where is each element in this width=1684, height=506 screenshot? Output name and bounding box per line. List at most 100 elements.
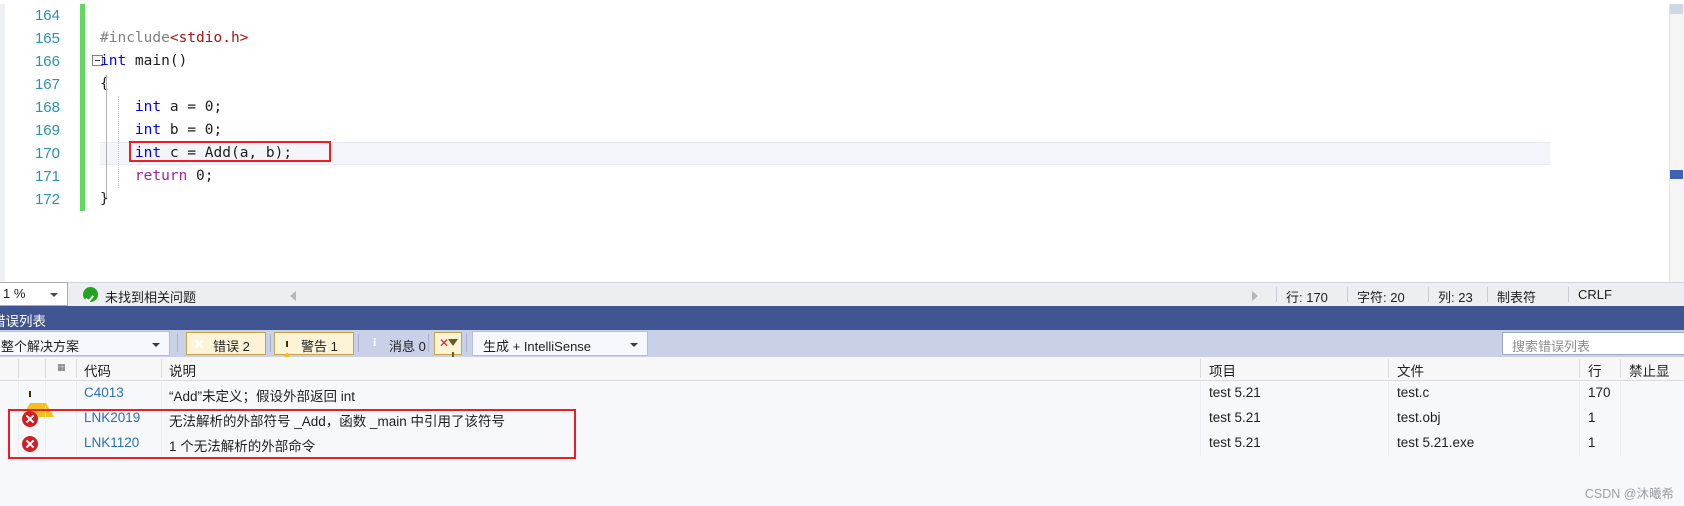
cell-separator: [76, 406, 77, 431]
cell-separator: [1620, 381, 1621, 406]
status-char-number: 字符: 20: [1357, 290, 1405, 305]
build-source-value: 生成 + IntelliSense: [483, 339, 592, 354]
change-indicator: [80, 96, 85, 119]
toolbar-separator: [466, 334, 467, 352]
cell-line: 1: [1588, 435, 1596, 450]
change-indicator: [80, 50, 85, 73]
column-header-project[interactable]: 项目: [1209, 360, 1236, 380]
editor-vertical-scrollbar[interactable]: [1669, 0, 1684, 282]
search-error-list-input[interactable]: 搜索错误列表: [1502, 332, 1684, 355]
line-number: 169: [34, 122, 60, 139]
cell-description: 1 个无法解析的外部命令: [169, 439, 316, 454]
toolbar-separator: [428, 334, 429, 352]
scroll-left-arrow-icon[interactable]: [290, 291, 296, 301]
table-row[interactable]: LNK1120 1 个无法解析的外部命令 test 5.21 test 5.21.ex…: [0, 431, 1684, 456]
table-row[interactable]: C4013 “Add”未定义；假设外部返回 int test 5.21 test.c 1…: [0, 381, 1684, 417]
code-token: a = 0;: [161, 99, 223, 115]
code-token: b = 0;: [161, 122, 223, 138]
status-column-number: 列: 23: [1438, 290, 1473, 305]
column-separator: [1388, 359, 1389, 378]
cell-separator: [1579, 406, 1580, 431]
code-line[interactable]: 167 {: [0, 73, 1684, 96]
cell-separator: [1579, 431, 1580, 456]
line-number: 167: [34, 76, 60, 93]
toggle-messages-button[interactable]: 消息 0: [362, 332, 442, 355]
change-indicator: [80, 165, 85, 188]
column-separator: [161, 359, 162, 378]
change-indicator: [80, 4, 85, 27]
no-issues-check-icon: [83, 287, 98, 302]
scroll-right-arrow-icon[interactable]: [1252, 291, 1258, 301]
column-separator: [1200, 359, 1201, 378]
code-token: <stdio.h>: [169, 30, 249, 46]
column-header-description[interactable]: 说明: [169, 360, 196, 380]
code-line[interactable]: 165 #include<stdio.h>: [0, 27, 1684, 50]
watermark-label: CSDN @沐曦希: [1584, 487, 1674, 501]
code-text: }: [100, 188, 109, 211]
build-source-combobox[interactable]: 生成 + IntelliSense: [472, 331, 648, 356]
column-options-icon[interactable]: ▦: [57, 362, 66, 373]
cell-separator: [161, 381, 162, 406]
column-header-file[interactable]: 文件: [1397, 360, 1424, 380]
cell-description: 无法解析的外部符号 _Add，函数 _main 中引用了该符号: [169, 414, 506, 429]
code-text: int main(): [100, 50, 187, 73]
change-indicator: [80, 73, 85, 96]
line-number: 171: [34, 168, 60, 185]
scope-combobox-value: 整个解决方案: [1, 339, 80, 354]
code-token: 0;: [187, 168, 214, 184]
code-line[interactable]: 166 int main(): [0, 50, 1684, 73]
change-indicator: [80, 27, 85, 50]
change-indicator: [80, 119, 85, 142]
toggle-errors-label: 错误 2: [213, 339, 250, 354]
line-number: 168: [34, 99, 60, 116]
code-line[interactable]: 169 int b = 0;: [0, 119, 1684, 142]
status-separator: [1428, 287, 1429, 302]
cell-code: C4013: [84, 385, 124, 400]
code-token: int: [134, 99, 162, 115]
zoom-level-value: 1 %: [3, 286, 26, 301]
toggle-errors-button[interactable]: 错误 2: [186, 332, 266, 355]
chevron-down-icon: [152, 343, 160, 347]
change-indicator: [80, 142, 85, 165]
column-header-line[interactable]: 行: [1588, 360, 1602, 380]
code-line[interactable]: 168 int a = 0;: [0, 96, 1684, 119]
column-header-suppression[interactable]: 禁止显: [1629, 360, 1670, 380]
column-header-code[interactable]: 代码: [84, 360, 111, 380]
editor-top-clip: [0, 0, 1684, 4]
error-list-grid[interactable]: C4013 “Add”未定义；假设外部返回 int test 5.21 test.c 1…: [0, 381, 1684, 506]
code-token: int: [100, 53, 127, 69]
code-line[interactable]: 171 return 0;: [0, 165, 1684, 188]
line-number: 165: [34, 30, 60, 47]
error-list-title-text: 错误列表: [0, 314, 46, 329]
code-editor[interactable]: 164 165 #include<stdio.h> 166 int main() 167 {…: [0, 0, 1684, 282]
error-list-column-header: ▦ 代码 说明 项目 文件 行 禁止显: [0, 357, 1684, 381]
code-line[interactable]: 172}: [0, 188, 1684, 211]
code-token: {: [100, 76, 109, 92]
cell-separator: [1388, 431, 1389, 456]
cell-separator: [161, 406, 162, 431]
cell-separator: [18, 406, 19, 431]
scope-combobox[interactable]: 整个解决方案: [0, 331, 170, 356]
cell-project: test 5.21: [1209, 410, 1261, 425]
scrollbar-position-marker: [1670, 170, 1683, 179]
column-separator: [1620, 359, 1621, 378]
cell-project: test 5.21: [1209, 385, 1261, 400]
status-separator: [1347, 287, 1348, 302]
table-row[interactable]: LNK2019 无法解析的外部符号 _Add，函数 _main 中引用了该符号 te…: [0, 406, 1684, 431]
no-issues-label: 未找到相关问题: [105, 290, 197, 305]
toggle-warnings-button[interactable]: 警告 1: [274, 332, 354, 366]
status-separator: [1487, 287, 1488, 302]
error-list-panel-title: 错误列表: [0, 306, 1684, 330]
zoom-level-combobox[interactable]: 1 %: [0, 282, 68, 306]
cell-separator: [1200, 406, 1201, 431]
change-indicator: [80, 188, 85, 211]
line-number: 172: [34, 191, 60, 208]
toggle-warnings-label: 警告 1: [301, 339, 338, 354]
cell-separator: [161, 431, 162, 456]
code-highlight-annotation: [129, 141, 331, 162]
code-line[interactable]: 164: [0, 4, 1684, 27]
cell-separator: [1620, 431, 1621, 456]
cell-separator: [45, 431, 46, 456]
code-text: {: [100, 73, 109, 96]
clear-filter-button[interactable]: ✕: [434, 332, 462, 357]
